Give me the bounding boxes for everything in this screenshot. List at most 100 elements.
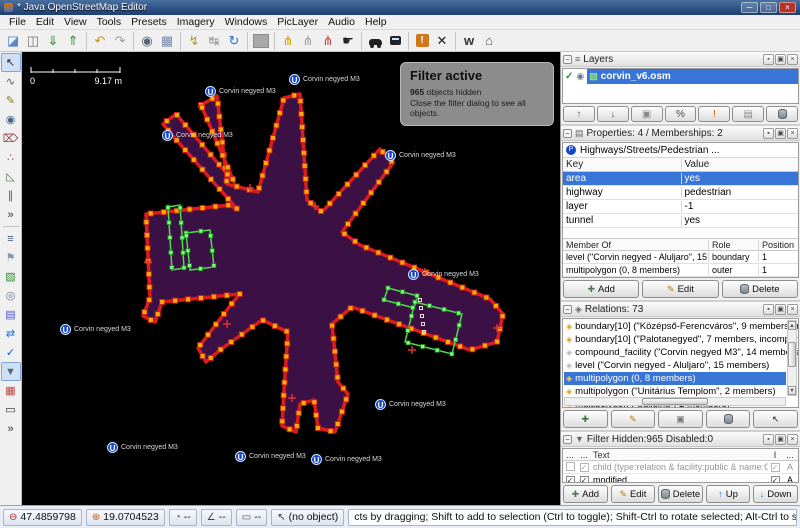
close-panel-button[interactable]: × <box>787 128 798 139</box>
menu-piclayer[interactable]: PicLayer <box>272 16 323 28</box>
relation-select-button[interactable]: ↖ <box>753 410 798 428</box>
detach-button[interactable]: ▣ <box>775 54 786 65</box>
imagery-placeholder-button[interactable] <box>251 31 271 51</box>
mapstyle-toggle[interactable]: ▤ <box>1 305 21 324</box>
vertical-scrollbar[interactable]: ▲ ▼ <box>787 320 797 396</box>
scroll-thumb[interactable] <box>788 342 796 367</box>
checkbox[interactable] <box>580 476 589 483</box>
inverted-column-header[interactable]: I <box>768 450 782 460</box>
tag-row[interactable]: highwaypedestrian <box>563 186 798 200</box>
filter-toggle[interactable]: ▼ <box>1 362 21 381</box>
relation-item[interactable]: ◈multipolygon (0, 8 members) <box>564 372 786 385</box>
conflict-toggle[interactable]: ⇄ <box>1 324 21 343</box>
delete-button[interactable]: ✕ <box>432 31 452 51</box>
active-layer-check-icon[interactable]: ✓ <box>565 71 573 82</box>
menu-imagery[interactable]: Imagery <box>172 16 220 28</box>
menu-file[interactable]: File <box>4 16 31 28</box>
download-data-button[interactable]: ⇓ <box>43 31 63 51</box>
pedestrian-preset-1-button[interactable]: ⋔ <box>278 31 298 51</box>
checkbox[interactable] <box>580 463 589 472</box>
subway-marker[interactable]: UCorvin negyed M3 <box>375 399 446 410</box>
refresh-button[interactable]: ↻ <box>224 31 244 51</box>
layer-warning-button[interactable]: ! <box>698 106 730 122</box>
membership-row[interactable]: multipolygon (0, 8 members)outer1 <box>563 264 798 277</box>
menu-view[interactable]: View <box>59 16 92 28</box>
bus-preset-button[interactable] <box>385 31 405 51</box>
relation-item[interactable]: ◈compound_facility ("Corvin negyed M3", … <box>564 346 786 359</box>
preset-row[interactable]: P Highways/Streets/Pedestrian ... <box>563 143 798 158</box>
menu-edit[interactable]: Edit <box>31 16 59 28</box>
filter-up-button[interactable]: ↑Up <box>706 485 751 503</box>
redo-button[interactable]: ↷ <box>110 31 130 51</box>
presets-toggle[interactable]: ▧ <box>1 267 21 286</box>
stick-button[interactable]: ▪ <box>763 128 774 139</box>
filter-delete-button[interactable]: Delete <box>658 485 703 503</box>
stick-button[interactable]: ▪ <box>763 54 774 65</box>
close-panel-button[interactable]: × <box>787 434 798 445</box>
layers-toggle[interactable]: ≡ <box>1 229 21 248</box>
close-panel-button[interactable]: × <box>787 304 798 315</box>
subway-marker[interactable]: UCorvin negyed M3 <box>107 442 178 453</box>
filter-add-button[interactable]: ✚Add <box>563 485 608 503</box>
key-column-header[interactable]: Key <box>563 159 681 170</box>
checkbox[interactable] <box>566 476 575 483</box>
tag-row[interactable]: layer-1 <box>563 200 798 214</box>
unglue-way-button[interactable]: ↯ <box>184 31 204 51</box>
layer-row[interactable]: ✓ ◉ ▧ corvin_v6.osm <box>563 69 798 84</box>
filter-edit-button[interactable]: ✎Edit <box>611 485 656 503</box>
hand-tool-button[interactable]: ☛ <box>338 31 358 51</box>
relation-item[interactable]: ◈level ("Corvin negyed - Aluljaro", 15 m… <box>564 359 786 372</box>
zoom-to-selection-button[interactable]: ◉ <box>137 31 157 51</box>
subway-marker[interactable]: UCorvin negyed M3 <box>205 86 276 97</box>
close-panel-button[interactable]: × <box>787 54 798 65</box>
delete-tool[interactable]: ⌦ <box>1 129 21 148</box>
menu-audio[interactable]: Audio <box>323 16 360 28</box>
horizontal-scrollbar[interactable] <box>564 397 786 406</box>
draw-tool[interactable]: ✎ <box>1 91 21 110</box>
measure-toggle[interactable]: ▭ <box>1 400 21 419</box>
conflict-list-toggle[interactable]: ▦ <box>1 381 21 400</box>
relation-item[interactable]: ◈boundary[10] ("Palotanegyed", 7 members… <box>564 333 786 346</box>
menu-windows[interactable]: Windows <box>220 16 273 28</box>
stick-button[interactable]: ▪ <box>763 434 774 445</box>
layer-up-button[interactable]: ↑ <box>563 106 595 122</box>
lasso-tool[interactable]: ∿ <box>1 72 21 91</box>
value-column-header[interactable]: Value <box>681 159 799 170</box>
parallel-tool[interactable]: ∥ <box>1 186 21 205</box>
undo-button[interactable]: ↶ <box>90 31 110 51</box>
stick-button[interactable]: ▪ <box>763 304 774 315</box>
mode-column-header[interactable]: ... <box>782 450 798 460</box>
pedestrian-preset-2-button[interactable]: ⋔ <box>298 31 318 51</box>
relation-item[interactable]: ◈boundary[10] ("Középső-Ferencváros", 9 … <box>564 320 786 333</box>
properties-edit-button[interactable]: ✎Edit <box>642 280 718 298</box>
properties-add-button[interactable]: ✚Add <box>563 280 639 298</box>
save-button[interactable]: ◫ <box>23 31 43 51</box>
detach-button[interactable]: ▣ <box>775 128 786 139</box>
relation-delete-button[interactable] <box>706 410 751 428</box>
properties-panel-header[interactable]: − ▤ Properties: 4 / Memberships: 2 ▪ ▣ × <box>561 126 800 141</box>
relation-duplicate-button[interactable]: ▣ <box>658 410 703 428</box>
split-way-button[interactable]: ↹ <box>204 31 224 51</box>
relation-edit-button[interactable]: ✎ <box>611 410 656 428</box>
title-bar[interactable]: * Java OpenStreetMap Editor ─ □ × <box>0 0 800 15</box>
properties-delete-button[interactable]: Delete <box>722 280 798 298</box>
collapse-icon[interactable]: − <box>563 129 572 138</box>
layer-down-button[interactable]: ↓ <box>597 106 629 122</box>
text-column-header[interactable]: Text <box>591 450 768 460</box>
car-preset-button[interactable] <box>365 31 385 51</box>
selected-layer[interactable]: ▧ corvin_v6.osm <box>587 69 798 84</box>
relations-panel-header[interactable]: − ◈ Relations: 73 ▪ ▣ × <box>561 302 800 317</box>
layers-panel-header[interactable]: − ≡ Layers ▪ ▣ × <box>561 52 800 67</box>
improve-accuracy-tool[interactable]: ∴ <box>1 148 21 167</box>
scroll-thumb[interactable] <box>642 398 708 405</box>
pedestrian-preset-3-button[interactable]: ⋔ <box>318 31 338 51</box>
tag-row[interactable]: tunnelyes <box>563 214 798 228</box>
filter-row[interactable]: modifiedA <box>563 474 798 483</box>
upload-data-button[interactable]: ⇑ <box>63 31 83 51</box>
selection-toggle[interactable]: ◎ <box>1 286 21 305</box>
scroll-up-arrow[interactable]: ▲ <box>788 321 796 330</box>
filter-down-button[interactable]: ↓Down <box>753 485 798 503</box>
more-panels[interactable]: » <box>1 419 21 438</box>
menu-presets[interactable]: Presets <box>126 16 172 28</box>
scroll-down-arrow[interactable]: ▼ <box>788 386 796 395</box>
